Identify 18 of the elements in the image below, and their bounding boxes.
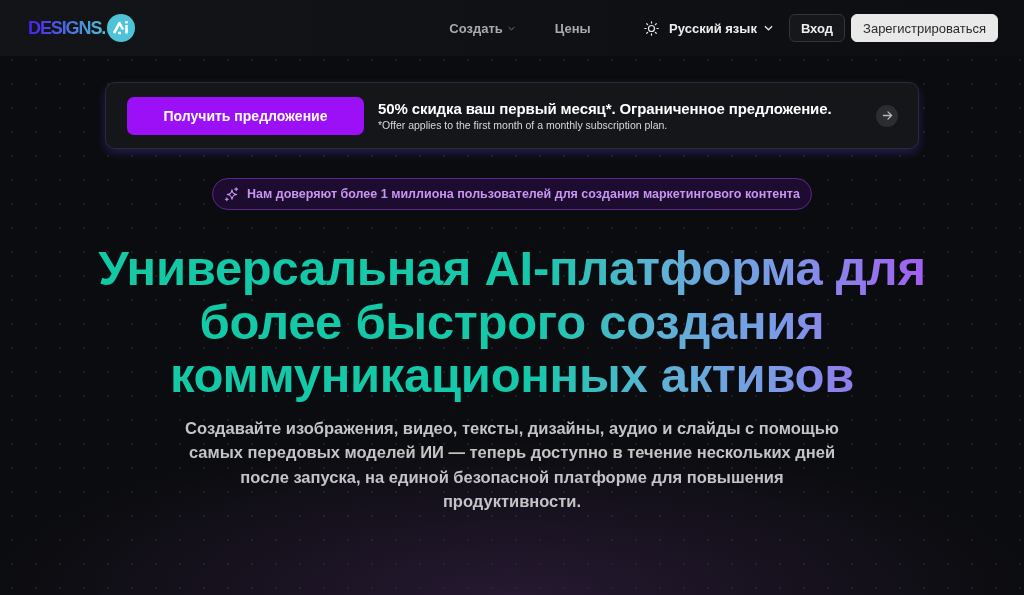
signup-button[interactable]: Зарегистрироваться [851, 14, 998, 42]
login-button[interactable]: Вход [788, 14, 846, 42]
promo-note: *Offer applies to the first month of a monthly subscription plan. [378, 119, 669, 131]
offer-button[interactable]: Получить предложение [127, 96, 364, 135]
language-selector[interactable]: Русский язык [669, 20, 773, 36]
arrow-right-icon [881, 110, 893, 121]
arrow-button[interactable] [876, 104, 898, 127]
promo-headline: 50% скидка ваш первый месяц*. Ограниченное предложение. [378, 100, 833, 117]
hero-description: Создавайте изображения, видео, тексты, дизайны, аудио и слайды с помощью самых передовых моделей ИИ — теперь доступно в течение нескольких дней после запуска, на единой безопасной платформе для повышения продуктивности. [184, 417, 840, 512]
chevron-down-icon [507, 25, 515, 31]
logo-mark-icon[interactable] [107, 14, 136, 42]
sun-icon [644, 20, 660, 36]
badge-text: Нам доверяют более 1 миллиона пользователей для создания маркетингового контента [247, 187, 800, 201]
nav-link[interactable]: Создать [449, 20, 515, 36]
theme-toggle-button[interactable] [644, 20, 660, 36]
chevron-down-icon [763, 25, 773, 31]
nav-link[interactable]: Цены [554, 20, 591, 36]
sparkle-icon [224, 186, 240, 202]
